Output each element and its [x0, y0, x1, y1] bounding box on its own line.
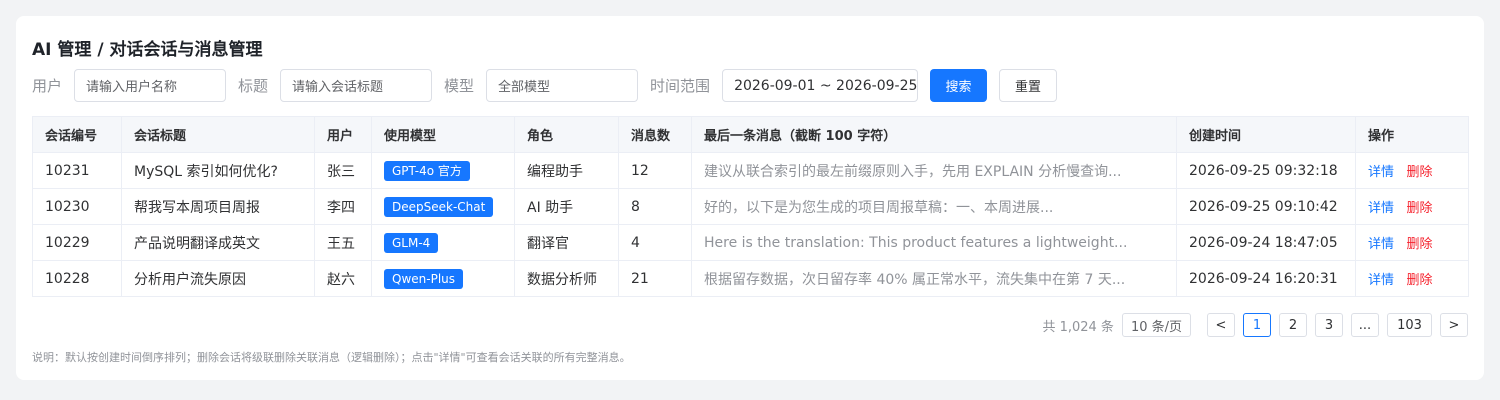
pagination: 共 1,024 条 10 条/页 < 1 2 3 ... 103 > — [1042, 313, 1468, 337]
session-role: AI 助手 — [514, 188, 619, 225]
search-button[interactable]: 搜索 — [930, 69, 988, 102]
header-message-count: 消息数 — [618, 116, 692, 153]
last-message: Here is the translation: This product fe… — [691, 224, 1177, 261]
table-header-row: 会话编号 会话标题 用户 使用模型 角色 消息数 最后一条消息（截断 100 字… — [32, 116, 1469, 153]
detail-link[interactable]: 详情 — [1368, 273, 1394, 288]
message-count: 4 — [618, 224, 692, 261]
model-tag: Qwen-Plus — [384, 268, 464, 289]
detail-link[interactable]: 详情 — [1368, 201, 1394, 216]
model-cell: GLM-4 — [371, 224, 515, 261]
title-filter-label: 标题 — [238, 77, 269, 95]
session-table: 会话编号 会话标题 用户 使用模型 角色 消息数 最后一条消息（截断 100 字… — [32, 116, 1469, 297]
session-id: 10230 — [32, 188, 122, 225]
session-title: MySQL 索引如何优化? — [121, 152, 315, 189]
actions-cell: 详情 删除 — [1355, 224, 1469, 261]
session-management-card: AI 管理 / 对话会话与消息管理 用户 请输入用户名称 标题 请输入会话标题 … — [16, 16, 1484, 380]
delete-link[interactable]: 删除 — [1406, 273, 1432, 288]
page-title: AI 管理 / 对话会话与消息管理 — [32, 40, 263, 60]
session-role: 编程助手 — [514, 152, 619, 189]
model-cell: GPT-4o 官方 — [371, 152, 515, 189]
actions-cell: 详情 删除 — [1355, 260, 1469, 297]
detail-link[interactable]: 详情 — [1368, 165, 1394, 180]
page-button-2[interactable]: 2 — [1279, 313, 1307, 337]
session-user: 赵六 — [314, 260, 372, 297]
session-role: 翻译官 — [514, 224, 619, 261]
session-user: 李四 — [314, 188, 372, 225]
last-message: 好的，以下是为您生成的项目周报草稿：一、本周进展... — [691, 188, 1177, 225]
detail-link[interactable]: 详情 — [1368, 237, 1394, 252]
header-actions: 操作 — [1355, 116, 1469, 153]
model-cell: Qwen-Plus — [371, 260, 515, 297]
created-time: 2026-09-24 16:20:31 — [1176, 260, 1356, 297]
page-button-3[interactable]: 3 — [1315, 313, 1343, 337]
time-range-label: 时间范围 — [650, 77, 711, 95]
message-count: 8 — [618, 188, 692, 225]
page-ellipsis-button[interactable]: ... — [1351, 313, 1379, 337]
session-id: 10228 — [32, 260, 122, 297]
message-count: 12 — [618, 152, 692, 189]
session-role: 数据分析师 — [514, 260, 619, 297]
last-message: 根据留存数据，次日留存率 40% 属正常水平，流失集中在第 7 天... — [691, 260, 1177, 297]
model-filter-label: 模型 — [444, 77, 475, 95]
header-role: 角色 — [514, 116, 619, 153]
user-filter-label: 用户 — [32, 77, 63, 95]
header-session-title: 会话标题 — [121, 116, 315, 153]
header-last-message: 最后一条消息（截断 100 字符） — [691, 116, 1177, 153]
header-session-id: 会话编号 — [32, 116, 122, 153]
filter-bar: 用户 请输入用户名称 标题 请输入会话标题 模型 全部模型 时间范围 2026-… — [32, 69, 1058, 102]
session-user: 张三 — [314, 152, 372, 189]
usage-note: 说明：默认按创建时间倒序排列；删除会话将级联删除关联消息（逻辑删除）；点击"详情… — [32, 351, 631, 364]
reset-button[interactable]: 重置 — [999, 69, 1058, 102]
user-search-input[interactable]: 请输入用户名称 — [74, 69, 227, 102]
last-message: 建议从联合索引的最左前缀原则入手，先用 EXPLAIN 分析慢查询... — [691, 152, 1177, 189]
created-time: 2026-09-24 18:47:05 — [1176, 224, 1356, 261]
model-cell: DeepSeek-Chat — [371, 188, 515, 225]
actions-cell: 详情 删除 — [1355, 152, 1469, 189]
message-count: 21 — [618, 260, 692, 297]
next-page-button[interactable]: > — [1440, 313, 1468, 337]
page-size-select[interactable]: 10 条/页 — [1121, 313, 1191, 337]
prev-page-button[interactable]: < — [1207, 313, 1235, 337]
time-range-picker[interactable]: 2026-09-01 ~ 2026-09-25 — [722, 69, 919, 102]
actions-cell: 详情 删除 — [1355, 188, 1469, 225]
table-row: 10230 帮我写本周项目周报 李四 DeepSeek-Chat AI 助手 8… — [32, 188, 1469, 225]
model-tag: GPT-4o 官方 — [384, 160, 470, 181]
model-tag: DeepSeek-Chat — [384, 196, 494, 217]
session-title: 分析用户流失原因 — [121, 260, 315, 297]
header-model: 使用模型 — [371, 116, 515, 153]
delete-link[interactable]: 删除 — [1406, 201, 1432, 216]
model-select[interactable]: 全部模型 — [486, 69, 639, 102]
total-count: 共 1,024 条 — [1042, 319, 1114, 335]
delete-link[interactable]: 删除 — [1406, 165, 1432, 180]
session-id: 10229 — [32, 224, 122, 261]
header-user: 用户 — [314, 116, 372, 153]
table-row: 10231 MySQL 索引如何优化? 张三 GPT-4o 官方 编程助手 12… — [32, 152, 1469, 189]
created-time: 2026-09-25 09:10:42 — [1176, 188, 1356, 225]
title-search-input[interactable]: 请输入会话标题 — [280, 69, 433, 102]
page-button-1[interactable]: 1 — [1243, 313, 1271, 337]
session-title: 帮我写本周项目周报 — [121, 188, 315, 225]
table-row: 10228 分析用户流失原因 赵六 Qwen-Plus 数据分析师 21 根据留… — [32, 260, 1469, 297]
session-title: 产品说明翻译成英文 — [121, 224, 315, 261]
model-tag: GLM-4 — [384, 232, 439, 253]
session-id: 10231 — [32, 152, 122, 189]
table-row: 10229 产品说明翻译成英文 王五 GLM-4 翻译官 4 Here is t… — [32, 224, 1469, 261]
delete-link[interactable]: 删除 — [1406, 237, 1432, 252]
page-button-last[interactable]: 103 — [1387, 313, 1432, 337]
session-user: 王五 — [314, 224, 372, 261]
created-time: 2026-09-25 09:32:18 — [1176, 152, 1356, 189]
header-created-time: 创建时间 — [1176, 116, 1356, 153]
